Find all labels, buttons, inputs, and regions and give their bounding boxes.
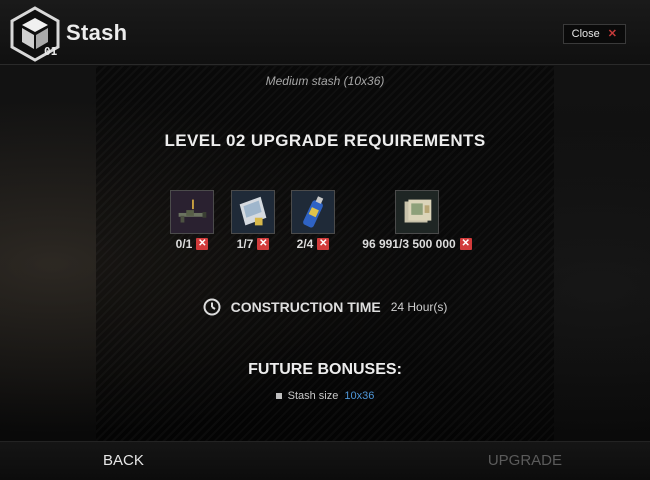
requirement-count: 2/4 xyxy=(296,237,314,251)
requirement-slot[interactable] xyxy=(395,190,439,234)
bonus-value: 10x36 xyxy=(344,390,375,402)
clock-icon xyxy=(203,298,221,316)
missing-icon: ✕ xyxy=(459,238,472,250)
stash-description: Medium stash (10x36) xyxy=(265,74,385,88)
level-badge: 01 xyxy=(44,45,58,58)
construction-time: CONSTRUCTION TIME 24 Hour(s) xyxy=(0,298,650,316)
future-bonuses-heading: FUTURE BONUSES: xyxy=(248,361,402,378)
requirements-list: 0/1 ✕ 1/7 ✕ 2/4 ✕ 96 991/3 500 000 ✕ xyxy=(0,190,650,260)
requirement-slot[interactable] xyxy=(291,190,335,234)
construction-time-label: CONSTRUCTION TIME xyxy=(230,299,381,315)
back-button[interactable]: BACK xyxy=(103,452,144,469)
header-bar: 01 Stash Close ✕ xyxy=(0,0,650,65)
spray-can-icon xyxy=(303,196,324,228)
footer-bar: BACK UPGRADE xyxy=(0,441,650,480)
close-button[interactable]: Close ✕ xyxy=(562,24,626,44)
upgrade-button[interactable]: UPGRADE xyxy=(488,452,562,469)
requirement-count: 1/7 xyxy=(236,237,254,251)
close-icon: ✕ xyxy=(607,28,617,40)
requirement-item: 96 991/3 500 000 ✕ xyxy=(342,190,492,251)
roubles-icon xyxy=(404,199,432,223)
bonus-label: Stash size xyxy=(287,390,339,402)
requirement-count: 0/1 xyxy=(175,237,193,251)
bullet-icon xyxy=(275,393,282,399)
bonus-item: Stash size 10x36 xyxy=(0,390,650,402)
missing-icon: ✕ xyxy=(317,238,330,250)
construction-time-value: 24 Hour(s) xyxy=(390,300,448,314)
page-title: Stash xyxy=(66,20,128,45)
close-label: Close xyxy=(571,28,600,40)
requirement-count: 96 991/3 500 000 xyxy=(362,237,456,251)
requirements-heading: LEVEL 02 UPGRADE REQUIREMENTS xyxy=(164,131,486,150)
